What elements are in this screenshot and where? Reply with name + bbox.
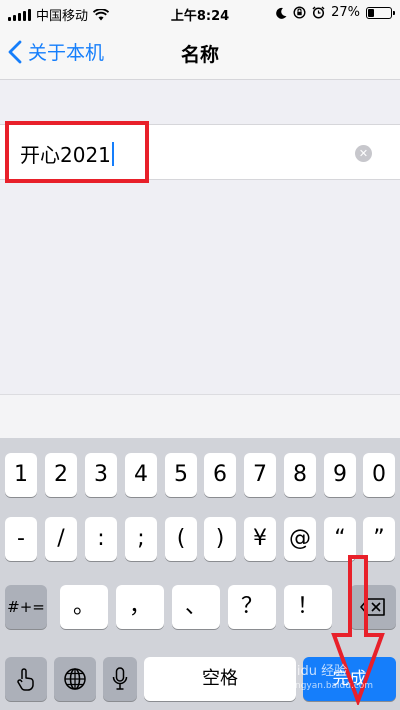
- watermark-url: jingyan.baidu.com: [290, 681, 374, 691]
- key-2[interactable]: 2: [45, 453, 77, 497]
- alarm-icon: [312, 6, 325, 19]
- navigation-bar: 关于本机 名称: [0, 26, 400, 80]
- key-7[interactable]: 7: [244, 453, 276, 497]
- key-exclamation[interactable]: ！: [284, 585, 332, 629]
- key-colon[interactable]: :: [85, 517, 117, 561]
- key-slash[interactable]: /: [45, 517, 77, 561]
- handwriting-key[interactable]: [5, 657, 47, 701]
- key-5[interactable]: 5: [165, 453, 197, 497]
- key-enumeration-comma[interactable]: 、: [172, 585, 220, 629]
- key-hyphen[interactable]: -: [5, 517, 37, 561]
- key-close-paren[interactable]: ): [204, 517, 236, 561]
- key-3[interactable]: 3: [85, 453, 117, 497]
- key-symbols[interactable]: #+=: [5, 585, 47, 629]
- battery-icon: [366, 6, 395, 19]
- key-at[interactable]: @: [284, 517, 316, 561]
- space-key[interactable]: 空格: [144, 657, 296, 701]
- page-title: 名称: [180, 44, 219, 66]
- key-semicolon[interactable]: ;: [125, 517, 157, 561]
- keyboard-suggestion-bar: [0, 394, 400, 438]
- globe-key[interactable]: [54, 657, 96, 701]
- key-question[interactable]: ？: [228, 585, 276, 629]
- handwriting-icon: [17, 668, 34, 691]
- rotation-lock-icon: [293, 6, 306, 19]
- annotation-highlight-box: [5, 121, 149, 183]
- status-right: 27%: [276, 5, 395, 20]
- globe-icon: [64, 668, 86, 690]
- key-1[interactable]: 1: [5, 453, 37, 497]
- key-yen[interactable]: ¥: [244, 517, 276, 561]
- watermark-brand: Baidu 经验: [280, 664, 348, 679]
- status-bar: 中国移动 上午8:24 27%: [0, 0, 400, 26]
- key-open-paren[interactable]: (: [165, 517, 197, 561]
- key-8[interactable]: 8: [284, 453, 316, 497]
- moon-icon: [276, 7, 287, 19]
- key-6[interactable]: 6: [204, 453, 236, 497]
- battery-fill: [368, 8, 374, 17]
- key-4[interactable]: 4: [125, 453, 157, 497]
- microphone-icon: [112, 667, 128, 690]
- key-9[interactable]: 9: [324, 453, 356, 497]
- clear-icon[interactable]: ✕: [355, 145, 372, 162]
- key-period-cjk[interactable]: 。: [60, 585, 108, 629]
- battery-percent: 27%: [331, 5, 360, 20]
- dictation-key[interactable]: [103, 657, 137, 701]
- key-0[interactable]: 0: [363, 453, 395, 497]
- key-comma-cjk[interactable]: ，: [116, 585, 164, 629]
